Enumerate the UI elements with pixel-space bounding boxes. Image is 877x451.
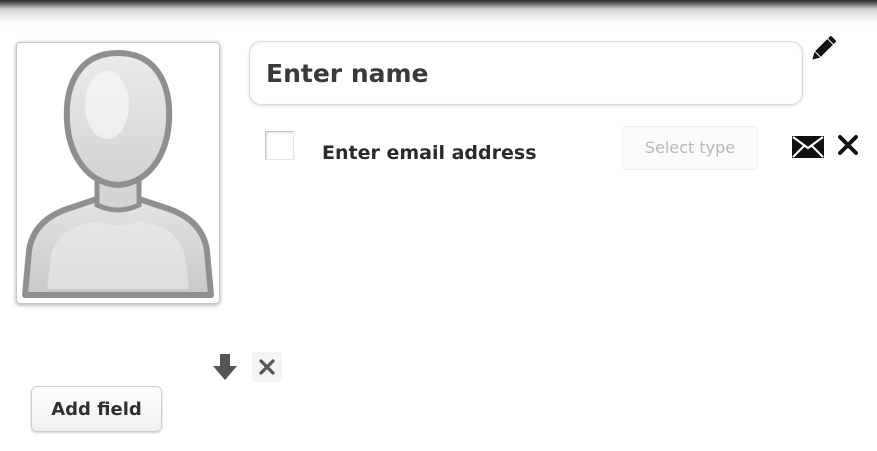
person-silhouette-icon — [22, 49, 214, 298]
name-input[interactable] — [249, 41, 803, 105]
remove-field-close-icon[interactable] — [252, 352, 282, 382]
envelope-icon[interactable] — [792, 136, 824, 158]
email-input[interactable] — [322, 138, 612, 168]
down-arrow-icon[interactable] — [212, 353, 238, 381]
add-field-button[interactable]: Add field — [31, 386, 162, 432]
contact-avatar[interactable] — [16, 42, 220, 304]
email-type-select-label: Select type — [644, 138, 736, 157]
email-type-select[interactable]: Select type — [622, 126, 758, 170]
close-icon[interactable] — [837, 134, 859, 156]
pencil-icon[interactable] — [806, 32, 840, 66]
top-toolbar-shadow — [0, 0, 877, 26]
email-select-checkbox[interactable] — [265, 131, 294, 160]
